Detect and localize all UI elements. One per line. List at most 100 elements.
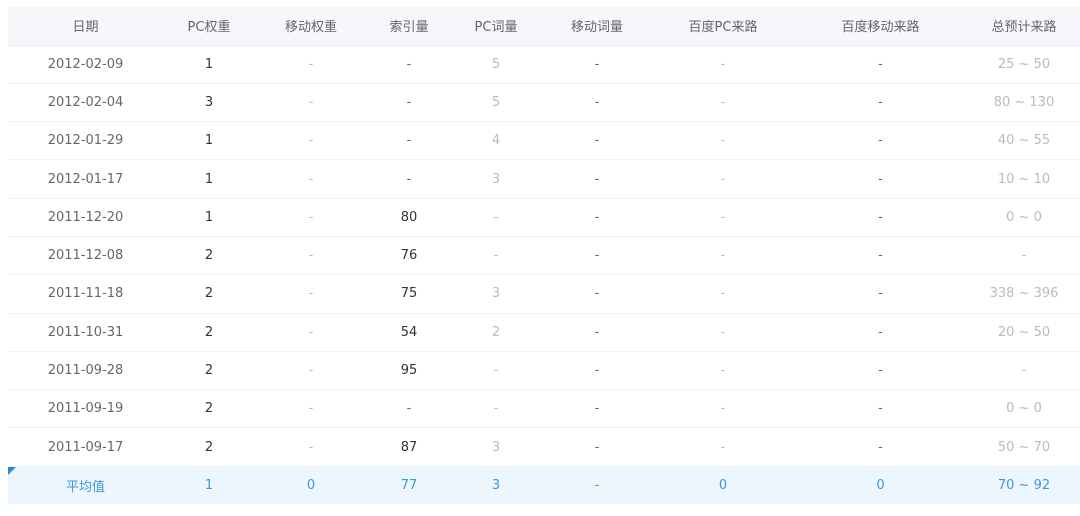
cell-index-count: - [367,45,451,84]
cell-date: 2011-09-17 [8,427,163,467]
cell-date: 2011-12-08 [8,236,163,276]
table-row: 2011-09-17 2-87 3- - -50 ~ 70 [8,427,1080,467]
header-index-count[interactable]: 索引量 [367,7,451,46]
cell-mobile-keywords: - [541,45,653,84]
cell-pc-keywords: 3 [451,159,541,199]
table-row: 2012-02-09 1- -5- - -25 ~ 50 [8,45,1080,84]
average-baidu-pc-traffic: 0 [718,478,728,494]
cell-pc-keywords: 4 [451,121,541,161]
cell-total-traffic: 50 ~ 70 [968,427,1080,467]
cell-pc-weight: 2 [163,427,255,467]
cell-pc-weight: 2 [163,274,255,314]
average-row: 平均值 1 0 77 3 - 0 0 70 ~ 92 [8,466,1080,505]
cell-pc-keywords: - [451,198,541,237]
cell-pc-keywords: 5 [451,83,541,123]
cell-total-traffic: 0 ~ 0 [968,198,1080,237]
table-row: 2011-10-31 2-54 2- - -20 ~ 50 [8,313,1080,352]
cell-baidu-pc-traffic: - [653,159,793,199]
cell-index-count: 75 [367,274,451,314]
table-row: 2011-12-08 2-76- - - - - [8,236,1080,276]
cell-mobile-keywords: - [541,313,653,352]
corner-marker-icon [8,466,16,475]
cell-mobile-weight: - [255,389,367,429]
cell-index-count: 95 [367,351,451,391]
cell-mobile-weight: - [255,236,367,276]
cell-mobile-weight: - [255,121,367,161]
average-label: 平均值 [65,480,105,496]
cell-baidu-mobile-traffic: - [793,427,968,467]
cell-date: 2012-02-04 [8,83,163,123]
cell-mobile-keywords: - [541,159,653,199]
cell-pc-keywords: 2 [451,313,541,352]
cell-index-count: - [367,389,451,429]
cell-baidu-pc-traffic: - [653,45,793,84]
cell-pc-weight: 2 [163,389,255,429]
cell-baidu-pc-traffic: - [653,198,793,237]
cell-baidu-mobile-traffic: - [793,389,968,429]
cell-baidu-pc-traffic: - [653,389,793,429]
header-baidu-pc-traffic[interactable]: 百度PC来路 [653,7,793,46]
header-total-traffic[interactable]: 总预计来路 [968,7,1080,46]
cell-date: 2012-02-09 [8,45,163,84]
cell-pc-keywords: - [451,351,541,391]
header-baidu-mobile-traffic[interactable]: 百度移动来路 [793,7,968,46]
cell-total-traffic: 10 ~ 10 [968,159,1080,199]
cell-total-traffic: 25 ~ 50 [968,45,1080,84]
cell-total-traffic: - [968,351,1080,391]
cell-pc-keywords: - [451,389,541,429]
table-row: 2012-01-17 1- -3- - -10 ~ 10 [8,159,1080,199]
cell-pc-keywords: - [451,236,541,276]
cell-mobile-keywords: - [541,198,653,237]
cell-mobile-weight: - [255,427,367,467]
average-index-count: 77 [400,478,418,494]
cell-baidu-mobile-traffic: - [793,351,968,391]
cell-baidu-pc-traffic: - [653,121,793,161]
cell-baidu-pc-traffic: - [653,236,793,276]
header-mobile-weight[interactable]: 移动权重 [255,7,367,46]
table-row: 2011-11-18 2-75 3- - -338 ~ 396 [8,274,1080,314]
cell-index-count: 76 [367,236,451,276]
cell-date: 2011-10-31 [8,313,163,352]
cell-mobile-keywords: - [541,274,653,314]
cell-baidu-pc-traffic: - [653,274,793,314]
cell-total-traffic: 80 ~ 130 [968,83,1080,123]
cell-date: 2011-09-28 [8,351,163,391]
header-date[interactable]: 日期 [8,7,163,46]
cell-mobile-keywords: - [541,351,653,391]
cell-mobile-keywords: - [541,83,653,123]
cell-mobile-weight: - [255,159,367,199]
cell-pc-keywords: 3 [451,427,541,467]
cell-mobile-keywords: - [541,389,653,429]
cell-index-count: 54 [367,313,451,352]
cell-pc-weight: 1 [163,159,255,199]
cell-total-traffic: 338 ~ 396 [968,274,1080,314]
cell-baidu-mobile-traffic: - [793,45,968,84]
cell-baidu-mobile-traffic: - [793,236,968,276]
header-mobile-keywords[interactable]: 移动词量 [541,7,653,46]
header-pc-keywords[interactable]: PC词量 [451,7,541,46]
cell-pc-weight: 1 [163,45,255,84]
stats-table: 日期 PC权重 移动权重 索引量 PC词量 移动词量 百度PC来路 百度移动来路… [8,7,1080,505]
cell-baidu-mobile-traffic: - [793,198,968,237]
cell-pc-weight: 2 [163,313,255,352]
cell-total-traffic: - [968,236,1080,276]
table-row: 2012-02-04 3- -5- - -80 ~ 130 [8,83,1080,123]
average-mobile-keywords: - [594,478,600,494]
table-row: 2011-09-19 2- - - - - -0 ~ 0 [8,389,1080,429]
cell-date: 2011-11-18 [8,274,163,314]
average-mobile-weight: 0 [306,478,316,494]
average-label-cell: 平均值 [8,466,163,504]
table-header-row: 日期 PC权重 移动权重 索引量 PC词量 移动词量 百度PC来路 百度移动来路… [8,7,1080,46]
cell-mobile-weight: - [255,198,367,237]
cell-index-count: - [367,121,451,161]
cell-pc-keywords: 5 [451,45,541,84]
data-table-container: 日期 PC权重 移动权重 索引量 PC词量 移动词量 百度PC来路 百度移动来路… [8,7,1080,505]
cell-pc-weight: 2 [163,351,255,391]
cell-mobile-keywords: - [541,427,653,467]
cell-baidu-pc-traffic: - [653,351,793,391]
cell-total-traffic: 40 ~ 55 [968,121,1080,161]
cell-mobile-weight: - [255,274,367,314]
table-row: 2011-12-20 1-80- - - -0 ~ 0 [8,198,1080,237]
average-baidu-mobile-traffic: 0 [876,478,885,494]
header-pc-weight[interactable]: PC权重 [163,7,255,46]
